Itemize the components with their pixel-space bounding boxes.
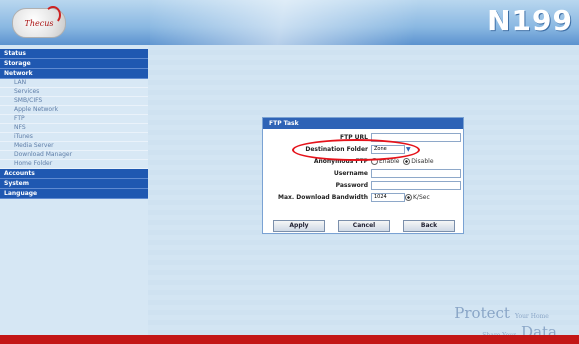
nav-item-download-manager[interactable]: Download Manager [0, 151, 148, 160]
nav-item-services[interactable]: Services [0, 88, 148, 97]
bandwidth-input[interactable]: 1024 [371, 193, 405, 202]
nav-section-system[interactable]: System [0, 179, 148, 189]
password-input[interactable] [371, 181, 461, 190]
header-swoosh [150, 0, 480, 45]
nav-item-media-server[interactable]: Media Server [0, 142, 148, 151]
bandwidth-unit: K/Sec [405, 193, 430, 202]
nav-section-storage[interactable]: Storage [0, 59, 148, 69]
model-name: N199 [487, 4, 573, 37]
max-download-bandwidth-label: Max. Download Bandwidth [277, 194, 368, 201]
ftp-task-dialog: FTP Task FTP URL Destination Folder Zone… [262, 117, 464, 234]
nav-item-nfs[interactable]: NFS [0, 124, 148, 133]
tagline-protect: Protect [454, 304, 510, 322]
nav-item-apple-network[interactable]: Apple Network [0, 106, 148, 115]
sidebar-nav: Status Storage Network LAN Services SMB/… [0, 49, 148, 199]
username-label: Username [333, 170, 368, 177]
footer-bar [0, 335, 579, 344]
nav-item-itunes[interactable]: iTunes [0, 133, 148, 142]
nav-section-network[interactable]: Network [0, 69, 148, 79]
nav-item-smb-cifs[interactable]: SMB/CIFS [0, 97, 148, 106]
dialog-buttons: Apply Cancel Back [273, 220, 455, 232]
cancel-button[interactable]: Cancel [338, 220, 390, 232]
nav-item-lan[interactable]: LAN [0, 79, 148, 88]
bandwidth-value: 1024 [374, 194, 387, 200]
bandwidth-unit-label: K/Sec [413, 194, 430, 201]
nav-section-language[interactable]: Language [0, 189, 148, 199]
destination-folder-highlight [292, 139, 420, 161]
back-button[interactable]: Back [403, 220, 455, 232]
thecus-logo: Thecus [12, 6, 66, 38]
nav-item-ftp[interactable]: FTP [0, 115, 148, 124]
password-row: Password [263, 181, 463, 190]
bandwidth-row: Max. Download Bandwidth 1024 K/Sec [263, 193, 463, 202]
password-label: Password [335, 182, 368, 189]
username-input[interactable] [371, 169, 461, 178]
anonymous-disable-radio[interactable] [403, 158, 411, 165]
username-row: Username [263, 169, 463, 178]
bandwidth-unit-radio[interactable] [405, 194, 412, 201]
apply-button[interactable]: Apply [273, 220, 325, 232]
nav-section-status[interactable]: Status [0, 49, 148, 59]
anonymous-disable-label: Disable [411, 158, 434, 165]
dialog-title: FTP Task [263, 118, 463, 129]
tagline-your-home: Your Home [515, 313, 549, 320]
nav-item-home-folder[interactable]: Home Folder [0, 160, 148, 169]
logo-ring-icon [45, 6, 61, 24]
app-header: Thecus N199 [0, 0, 579, 45]
nav-section-accounts[interactable]: Accounts [0, 169, 148, 179]
